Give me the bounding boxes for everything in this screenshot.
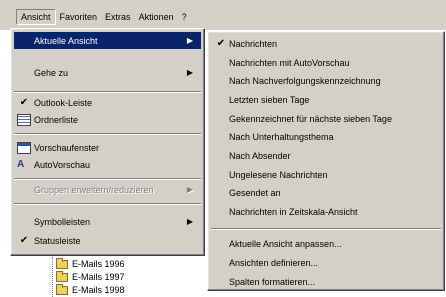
- menu-item-label: Ordnerliste: [34, 114, 79, 125]
- menu-separator: [14, 91, 201, 93]
- menu-item-format-columns[interactable]: Spalten formatieren...: [211, 273, 441, 290]
- menu-item-label: Aktuelle Ansicht anpassen...: [229, 238, 342, 249]
- menu-item-label: Ansichten definieren...: [229, 257, 319, 268]
- menu-item-sent-to[interactable]: Gesendet an: [211, 184, 441, 201]
- menu-item-toolbars[interactable]: Symbolleisten ▶: [14, 213, 201, 230]
- menu-item-label: Vorschaufenster: [34, 142, 100, 153]
- menu-item-expand-collapse-groups: Gruppen erweitern/reduzieren ▶: [14, 181, 201, 198]
- menu-item-define-views[interactable]: Ansichten definieren...: [211, 254, 441, 271]
- menu-item-label: Spalten formatieren...: [229, 276, 316, 287]
- menu-item-status-bar[interactable]: ✔ Statusleiste: [14, 232, 201, 249]
- menu-item-label: Statusleiste: [34, 235, 81, 246]
- current-view-submenu: ✔ Nachrichten Nachrichten mit AutoVorsch…: [207, 31, 445, 291]
- menu-item-label: Aktuelle Ansicht: [34, 35, 98, 46]
- menu-item-folder-list[interactable]: Ordnerliste: [14, 111, 201, 128]
- menu-item-go-to[interactable]: Gehe zu ▶: [14, 64, 201, 81]
- menu-item-timeline-view[interactable]: Nachrichten in Zeitskala-Ansicht: [211, 203, 441, 220]
- checkmark-icon: ✔: [19, 235, 29, 246]
- submenu-arrow-icon: ▶: [186, 217, 193, 226]
- folder-item[interactable]: E-Mails 1998: [56, 283, 125, 296]
- menu-item-label: Nach Absender: [229, 150, 291, 161]
- menu-item-label: Nachrichten in Zeitskala-Ansicht: [229, 206, 358, 217]
- folder-label: E-Mails 1997: [72, 272, 125, 282]
- folder-icon: [56, 257, 68, 269]
- submenu-arrow-icon: ▶: [186, 68, 193, 77]
- submenu-arrow-icon: ▶: [186, 185, 193, 194]
- menu-favoriten[interactable]: Favoriten: [56, 9, 102, 25]
- submenu-arrow-icon: ▶: [186, 36, 193, 45]
- preview-pane-icon: [17, 141, 31, 154]
- autopreview-icon: A: [17, 158, 25, 170]
- menu-separator: [14, 178, 201, 180]
- menu-item-outlook-bar[interactable]: ✔ Outlook-Leiste: [14, 94, 201, 111]
- menu-item-flagged-next-seven-days[interactable]: Gekennzeichnet für nächste sieben Tage: [211, 110, 441, 127]
- menu-item-label: Nachrichten: [229, 38, 278, 49]
- menu-item-label: Gesendet an: [229, 187, 281, 198]
- menu-item-by-conversation-topic[interactable]: Nach Unterhaltungsthema: [211, 128, 441, 145]
- menu-aktionen[interactable]: Aktionen: [135, 9, 178, 25]
- menu-item-label: Outlook-Leiste: [34, 97, 93, 108]
- checkmark-icon: ✔: [216, 38, 226, 49]
- menu-item-label: Ungelesene Nachrichten: [229, 169, 328, 180]
- menu-extras[interactable]: Extras: [101, 9, 135, 25]
- menu-item-by-sender[interactable]: Nach Absender: [211, 147, 441, 164]
- menu-item-label: Gehe zu: [34, 67, 69, 78]
- folder-list-icon: [17, 113, 31, 126]
- menu-item-last-seven-days[interactable]: Letzten sieben Tage: [211, 91, 441, 108]
- menu-bar: Ansicht Favoriten Extras Aktionen ?: [0, 0, 446, 30]
- menu-item-label: Letzten sieben Tage: [229, 94, 310, 105]
- menu-ansicht[interactable]: Ansicht: [16, 9, 56, 25]
- checkmark-icon: ✔: [19, 97, 29, 108]
- folder-item[interactable]: E-Mails 1997: [56, 270, 125, 283]
- menu-item-messages-autopreview[interactable]: Nachrichten mit AutoVorschau: [211, 54, 441, 71]
- menu-item-messages[interactable]: ✔ Nachrichten: [211, 35, 441, 52]
- menu-item-label: Symbolleisten: [34, 216, 91, 227]
- menu-item-label: AutoVorschau: [34, 159, 91, 170]
- menu-item-label: Gekennzeichnet für nächste sieben Tage: [229, 113, 392, 124]
- folder-label: E-Mails 1996: [72, 259, 125, 269]
- view-menu: Aktuelle Ansicht ▶ Gehe zu ▶ ✔ Outlook-L…: [10, 28, 205, 256]
- menu-separator: [211, 228, 441, 230]
- menu-separator: [14, 133, 201, 135]
- menu-item-preview-pane[interactable]: Vorschaufenster: [14, 139, 201, 156]
- folder-icon: [56, 270, 68, 282]
- tree-connector: [52, 257, 53, 297]
- menu-item-label: Nachrichten mit AutoVorschau: [229, 57, 350, 68]
- folder-item[interactable]: E-Mails 1996: [56, 257, 125, 270]
- menu-separator: [14, 203, 201, 205]
- folder-icon: [56, 283, 68, 295]
- menu-item-autopreview[interactable]: A AutoVorschau: [14, 156, 201, 173]
- menu-item-unread-messages[interactable]: Ungelesene Nachrichten: [211, 166, 441, 183]
- menu-item-label: Nach Nachverfolgungskennzeichnung: [229, 75, 381, 86]
- menu-item-label: Nach Unterhaltungsthema: [229, 131, 334, 142]
- menu-item-by-follow-up-flag[interactable]: Nach Nachverfolgungskennzeichnung: [211, 72, 441, 89]
- menu-item-current-view[interactable]: Aktuelle Ansicht ▶: [14, 32, 201, 49]
- menu-item-customize-current-view[interactable]: Aktuelle Ansicht anpassen...: [211, 235, 441, 252]
- folder-label: E-Mails 1998: [72, 285, 125, 295]
- menu-help[interactable]: ?: [178, 9, 191, 25]
- folder-tree: E-Mails 1996 E-Mails 1997 E-Mails 1998: [0, 257, 200, 297]
- menu-item-label: Gruppen erweitern/reduzieren: [34, 184, 154, 195]
